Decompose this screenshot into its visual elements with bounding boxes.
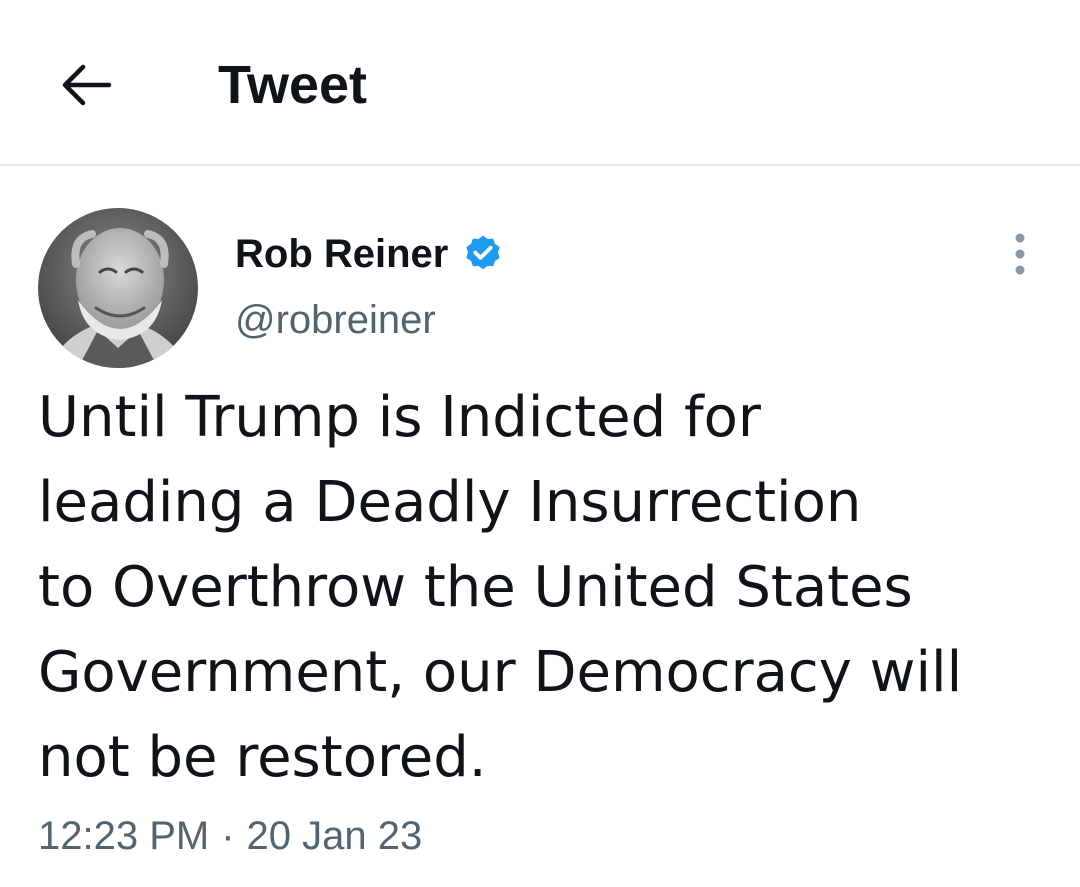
avatar-photo <box>38 208 198 368</box>
meta-separator: · <box>221 814 235 858</box>
app-header: Tweet <box>0 0 1080 166</box>
tweet-text: Until Trump is Indicted for leading a De… <box>38 385 963 790</box>
back-button[interactable] <box>48 50 124 120</box>
author-name[interactable]: Rob Reiner <box>235 228 448 280</box>
author-name-row: Rob Reiner <box>235 228 504 280</box>
verified-badge-icon <box>466 235 500 270</box>
tweet-timestamp: 12:23 PM · 20 Jan 23 <box>38 810 422 862</box>
arrow-left-icon <box>62 64 112 106</box>
tweet-date[interactable]: 20 Jan 23 <box>247 810 423 862</box>
avatar[interactable] <box>38 208 198 368</box>
vertical-ellipsis-icon <box>1015 233 1025 275</box>
page-title: Tweet <box>218 55 368 115</box>
more-options-button[interactable] <box>994 224 1046 284</box>
author-handle[interactable]: @robreiner <box>235 294 436 346</box>
tweet-time[interactable]: 12:23 PM <box>38 810 209 862</box>
